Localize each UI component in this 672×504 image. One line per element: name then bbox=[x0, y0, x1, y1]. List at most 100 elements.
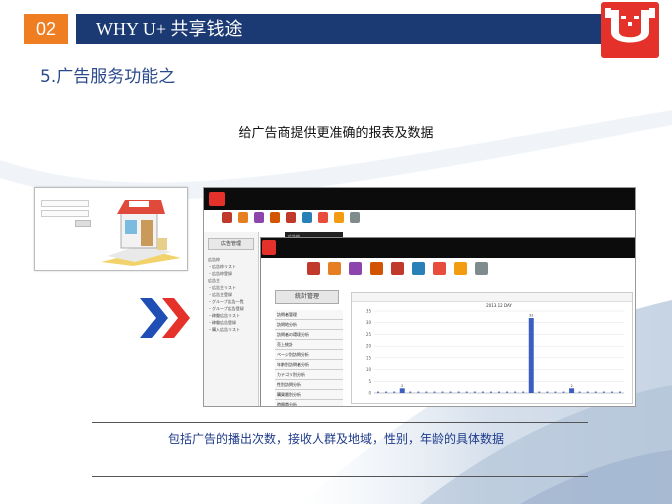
bar-baseline-mark bbox=[449, 391, 452, 393]
stats-window: 統計管理 訪問者管理 訪問地分析 訪問者の環境分析 売上統計 ページ別訪問分析 年齢別訪問… bbox=[260, 237, 635, 406]
sidebar-item: 広告主 bbox=[208, 278, 220, 283]
bar-baseline-mark bbox=[481, 391, 484, 393]
bar bbox=[528, 318, 534, 393]
section-number: 02 bbox=[24, 14, 68, 44]
stats-menu-item: ページ別訪問分析 bbox=[275, 350, 343, 360]
shop-illustration-icon bbox=[101, 200, 181, 266]
sidebar-item: ・稼働広告リスト bbox=[208, 313, 240, 318]
login-button bbox=[75, 220, 91, 227]
ad-stats-menu-icon bbox=[433, 262, 446, 275]
bar-baseline-mark bbox=[506, 391, 509, 393]
front-menu-icons bbox=[307, 262, 488, 275]
divider-bottom bbox=[92, 476, 588, 477]
stats-menu-item: 性別訪問分析 bbox=[275, 380, 343, 390]
stats-menu-item: カテゴリ別分析 bbox=[275, 370, 343, 380]
bar-baseline-mark bbox=[465, 391, 468, 393]
bar-baseline-mark bbox=[393, 391, 396, 393]
bar-baseline-mark bbox=[457, 391, 460, 393]
login-id-field bbox=[41, 200, 89, 207]
bar-baseline-mark bbox=[425, 391, 428, 393]
bar-baseline-mark bbox=[498, 391, 500, 393]
stats-menu: 訪問者管理 訪問地分析 訪問者の環境分析 売上統計 ページ別訪問分析 年齢別訪問者分析 カテ… bbox=[275, 310, 345, 406]
stats-menu-item: 購買層別分析 bbox=[275, 390, 343, 400]
event-menu-icon bbox=[370, 262, 383, 275]
ad-menu-icon bbox=[254, 212, 264, 223]
bar-baseline-mark bbox=[417, 391, 420, 393]
y-tick-label: 10 bbox=[366, 367, 372, 372]
bar-baseline-mark bbox=[530, 391, 533, 393]
admin-menu-icon bbox=[222, 212, 232, 223]
stats-menu-icon bbox=[350, 212, 360, 223]
stats-menu-item: 売上統計 bbox=[275, 340, 343, 350]
stats-menu-item: 年齢別訪問者分析 bbox=[275, 360, 343, 370]
bar-value-label: 32 bbox=[529, 314, 533, 318]
y-tick-label: 35 bbox=[366, 309, 372, 314]
ad-manage-button: 広告管理 bbox=[208, 238, 254, 250]
bar-baseline-mark bbox=[602, 391, 605, 393]
bar-baseline-mark bbox=[522, 391, 525, 393]
divider-top bbox=[92, 422, 588, 423]
y-tick-label: 20 bbox=[366, 344, 372, 349]
bar-baseline-mark bbox=[489, 391, 492, 393]
brand-logo-icon bbox=[601, 2, 659, 58]
y-tick-label: 30 bbox=[366, 320, 372, 325]
sidebar-item: ・広告枠リスト bbox=[208, 264, 236, 269]
member-menu-icon bbox=[328, 262, 341, 275]
back-menu-icons bbox=[222, 212, 360, 223]
sidebar-item: ・広告主登録 bbox=[208, 292, 232, 297]
slide-subtitle: 给广告商提供更准确的报表及数据 bbox=[238, 126, 434, 141]
footer-note: 包括广告的播出次数，接收人群及地域，性别，年龄的具体数据 bbox=[167, 432, 504, 446]
admin-logo-icon bbox=[209, 192, 225, 206]
slide-header: 02 WHY U+ 共享钱途 bbox=[24, 14, 604, 44]
y-tick-label: 25 bbox=[366, 332, 372, 337]
bar-baseline-mark bbox=[538, 391, 541, 393]
bar-baseline-mark bbox=[433, 391, 436, 393]
purchase-menu-icon bbox=[412, 262, 425, 275]
admin-screenshot: 広告管理 広告枠・広告枠リスト ・広告枠登録 広告主・広告主リスト ・広告主登録・グル… bbox=[203, 187, 636, 407]
bar-baseline-mark bbox=[441, 391, 444, 393]
sidebar-item: ・広告枠登録 bbox=[208, 271, 232, 276]
product-menu-icon bbox=[286, 212, 296, 223]
front-window-header bbox=[261, 238, 635, 258]
slide-title: WHY U+ 共享钱途 bbox=[96, 19, 243, 39]
bar-baseline-mark bbox=[554, 391, 557, 393]
bar-baseline-mark bbox=[401, 391, 404, 393]
bar-baseline-mark bbox=[594, 391, 597, 393]
event-menu-icon bbox=[270, 212, 280, 223]
member-menu-icon bbox=[238, 212, 248, 223]
stats-manage-button: 統計管理 bbox=[275, 290, 339, 304]
login-password-field bbox=[41, 210, 89, 217]
daily-bar-chart: 2013.12 DAY 0 5 10 15 20 25 30 35 2 32 2 bbox=[366, 303, 624, 396]
bar-baseline-mark bbox=[610, 391, 613, 393]
stats-menu-item: 時間帯分析 bbox=[275, 400, 343, 406]
purchase-menu-icon bbox=[302, 212, 312, 223]
bar-baseline-mark bbox=[409, 391, 412, 393]
stats-menu-item: 訪問者の環境分析 bbox=[275, 330, 343, 340]
y-tick-label: 15 bbox=[366, 355, 372, 360]
back-side-list: 広告枠・広告枠リスト ・広告枠登録 広告主・広告主リスト ・広告主登録・グループ広告一… bbox=[204, 256, 258, 333]
stats-menu-item: 訪問者管理 bbox=[275, 310, 343, 320]
chart-title: 2013.12 DAY bbox=[486, 303, 512, 308]
sidebar-item: ・購入広告リスト bbox=[208, 327, 240, 332]
arrow-right-icon bbox=[140, 298, 190, 338]
admin-menu-icon bbox=[307, 262, 320, 275]
bar-value-label: 2 bbox=[401, 384, 403, 388]
ad-stats-menu-icon bbox=[318, 212, 328, 223]
bar-baseline-mark bbox=[562, 391, 565, 393]
login-screenshot bbox=[34, 187, 188, 271]
y-tick-label: 5 bbox=[368, 379, 371, 384]
bar-baseline-mark bbox=[385, 391, 388, 393]
sidebar-item: 広告枠 bbox=[208, 257, 220, 262]
sidebar-item: ・グループ広告一覧 bbox=[208, 299, 244, 304]
sidebar-item: ・広告主リスト bbox=[208, 285, 236, 290]
product-menu-icon bbox=[391, 262, 404, 275]
bar-baseline-mark bbox=[473, 391, 476, 393]
bar-baseline-mark bbox=[546, 391, 549, 393]
section-title: 5.广告服务功能之 bbox=[40, 67, 176, 87]
chart-panel: 2013.12 DAY 0 5 10 15 20 25 30 35 2 32 2 bbox=[351, 292, 633, 404]
bar-baseline-mark bbox=[514, 391, 517, 393]
ad-menu-icon bbox=[349, 262, 362, 275]
y-tick-label: 0 bbox=[368, 391, 371, 396]
sidebar-item: ・稼働広告登録 bbox=[208, 320, 236, 325]
admin-logo-icon bbox=[262, 240, 276, 255]
